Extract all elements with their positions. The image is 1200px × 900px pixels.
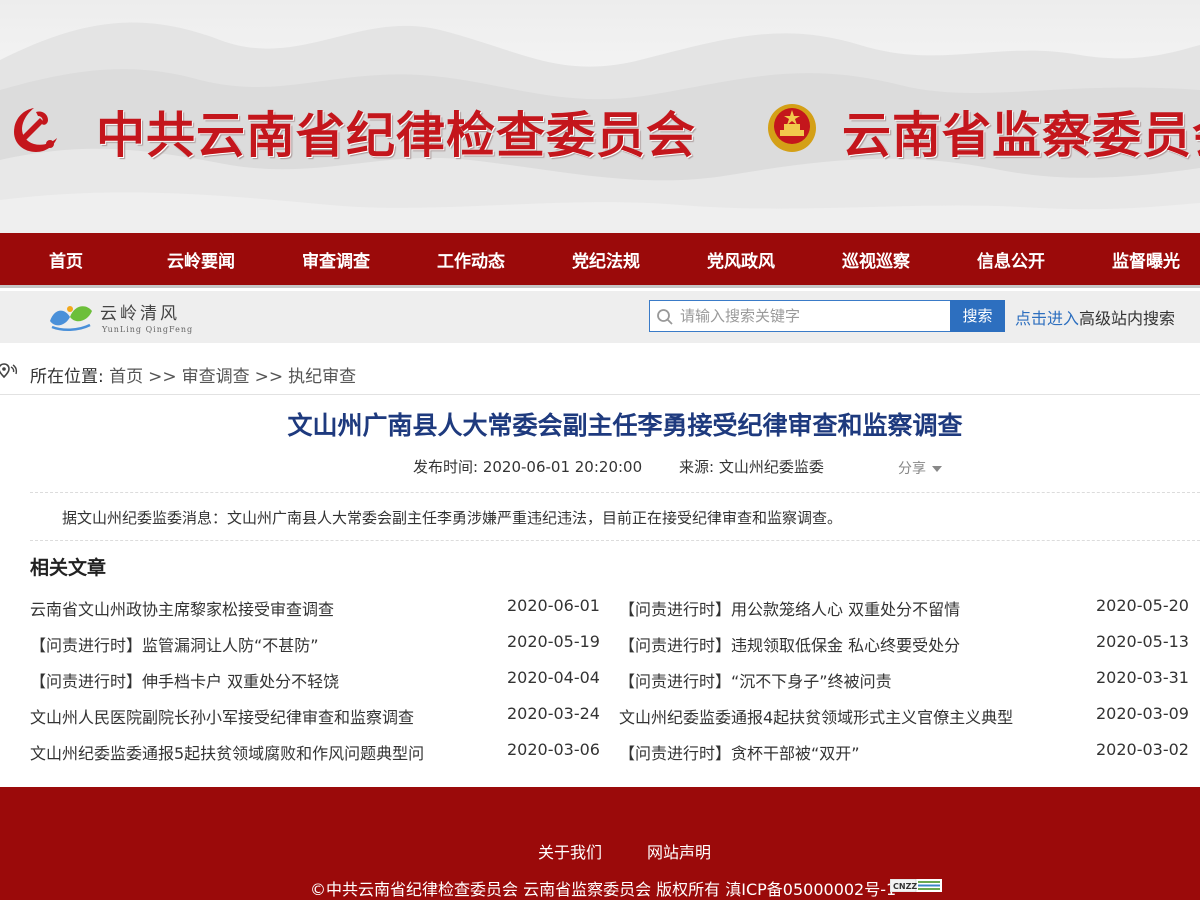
related-heading: 相关文章 <box>30 557 107 579</box>
location-icon <box>0 363 18 379</box>
related-date: 2020-03-09 <box>1096 704 1189 723</box>
chevron-down-icon <box>932 466 942 472</box>
footer-about-link[interactable]: 关于我们 <box>538 839 602 863</box>
main-nav: 首页 云岭要闻 审查调查 工作动态 党纪法规 党风政风 巡视巡察 信息公开 监督… <box>0 233 1200 288</box>
search-button[interactable]: 搜索 <box>950 300 1005 332</box>
banner-title-sub: 云南省监察委员会 <box>842 106 1200 164</box>
article-title: 文山州广南县人大常委会副主任李勇接受纪律审查和监察调查 <box>287 411 963 440</box>
related-link[interactable]: 文山州纪委监委通报4起扶贫领域形式主义官僚主义典型 <box>619 704 1013 728</box>
divider <box>30 540 1200 541</box>
search-icon <box>657 309 673 325</box>
yunling-qingfeng-logo[interactable]: 云岭清风 YunLing QingFeng <box>44 297 204 337</box>
related-date: 2020-03-06 <box>507 740 600 759</box>
breadcrumb-current[interactable]: 执纪审查 <box>288 367 356 387</box>
related-link[interactable]: 【问责进行时】“沉不下身子”终被问责 <box>619 668 892 692</box>
related-date: 2020-05-13 <box>1096 632 1189 651</box>
nav-item-regulations[interactable]: 党纪法规 <box>572 233 640 288</box>
cnzz-badge-text: CNZZ <box>893 882 917 891</box>
footer-statement-link[interactable]: 网站声明 <box>647 839 711 863</box>
article-body: 据文山州纪委监委消息：文山州广南县人大常委会副主任李勇涉嫌严重违纪违法，目前正在… <box>62 509 843 527</box>
site-footer: 关于我们 网站声明 ©中共云南省纪律检查委员会 云南省监察委员会 版权所有 滇I… <box>0 787 1200 900</box>
related-date: 2020-03-31 <box>1096 668 1189 687</box>
related-link[interactable]: 云南省文山州政协主席黎家松接受审查调查 <box>30 596 334 620</box>
breadcrumb-label: 所在位置: <box>30 367 104 387</box>
logo-subtitle: YunLing QingFeng <box>102 325 194 334</box>
related-date: 2020-06-01 <box>507 596 600 615</box>
breadcrumb-home[interactable]: 首页 <box>109 367 143 387</box>
breadcrumb-separator: >> <box>148 367 177 387</box>
related-link[interactable]: 文山州人民医院副院长孙小军接受纪律审查和监察调查 <box>30 704 414 728</box>
related-link[interactable]: 【问责进行时】用公款笼络人心 双重处分不留情 <box>619 596 960 620</box>
advanced-search: 点击进入高级站内搜索 <box>1015 305 1175 329</box>
nav-item-home[interactable]: 首页 <box>49 233 83 288</box>
related-link[interactable]: 【问责进行时】监管漏洞让人防“不甚防” <box>30 632 319 656</box>
nav-item-work[interactable]: 工作动态 <box>437 233 505 288</box>
divider <box>30 492 1200 493</box>
nav-item-exposure[interactable]: 监督曝光 <box>1112 233 1180 288</box>
related-link[interactable]: 文山州纪委监委通报5起扶贫领域腐败和作风问题典型问 <box>30 740 424 764</box>
nav-item-inspection[interactable]: 巡视巡察 <box>842 233 910 288</box>
nav-item-disclosure[interactable]: 信息公开 <box>977 233 1045 288</box>
party-emblem-icon <box>14 108 57 152</box>
logo-title: 云岭清风 <box>100 304 180 324</box>
nav-item-news[interactable]: 云岭要闻 <box>167 233 235 288</box>
related-date: 2020-05-19 <box>507 632 600 651</box>
search-input[interactable] <box>680 301 946 331</box>
share-dropdown[interactable]: 分享 <box>898 458 942 478</box>
banner-title-main: 中共云南省纪律检查委员会 <box>96 106 697 164</box>
site-banner: 中共云南省纪律检查委员会 云南省监察委员会 <box>0 0 1200 233</box>
search-box <box>649 300 951 332</box>
related-date: 2020-05-20 <box>1096 596 1189 615</box>
nav-item-investigation[interactable]: 审查调查 <box>302 233 370 288</box>
breadcrumb-trail: 所在位置: 首页 >> 审查调查 >> 执纪审查 <box>30 362 356 387</box>
search-bar-row: 云岭清风 YunLing QingFeng 搜索 点击进入高级站内搜索 <box>0 291 1200 343</box>
related-date: 2020-03-24 <box>507 704 600 723</box>
logo-leaf-icon <box>50 306 92 331</box>
breadcrumb-investigation[interactable]: 审查调查 <box>182 367 250 387</box>
article-source: 来源: 文山州纪委监委 <box>679 458 824 476</box>
breadcrumb: 所在位置: 首页 >> 审查调查 >> 执纪审查 <box>0 343 1200 395</box>
cnzz-badge-icon[interactable]: CNZZ <box>890 879 942 892</box>
publish-time: 发布时间: 2020-06-01 20:20:00 <box>413 458 643 476</box>
nav-item-conduct[interactable]: 党风政风 <box>707 233 775 288</box>
national-emblem-icon <box>768 104 816 152</box>
related-link[interactable]: 【问责进行时】伸手档卡户 双重处分不轻饶 <box>30 668 339 692</box>
related-date: 2020-03-02 <box>1096 740 1189 759</box>
footer-copyright: ©中共云南省纪律检查委员会 云南省监察委员会 版权所有 滇ICP备0500000… <box>310 880 897 899</box>
related-link[interactable]: 【问责进行时】贪杯干部被“双开” <box>619 740 860 764</box>
advanced-search-text: 高级站内搜索 <box>1079 309 1176 328</box>
related-link[interactable]: 【问责进行时】违规领取低保金 私心终要受处分 <box>619 632 960 656</box>
advanced-search-link[interactable]: 点击进入 <box>1015 309 1079 328</box>
breadcrumb-separator: >> <box>254 367 284 387</box>
share-label: 分享 <box>898 461 926 477</box>
related-date: 2020-04-04 <box>507 668 600 687</box>
